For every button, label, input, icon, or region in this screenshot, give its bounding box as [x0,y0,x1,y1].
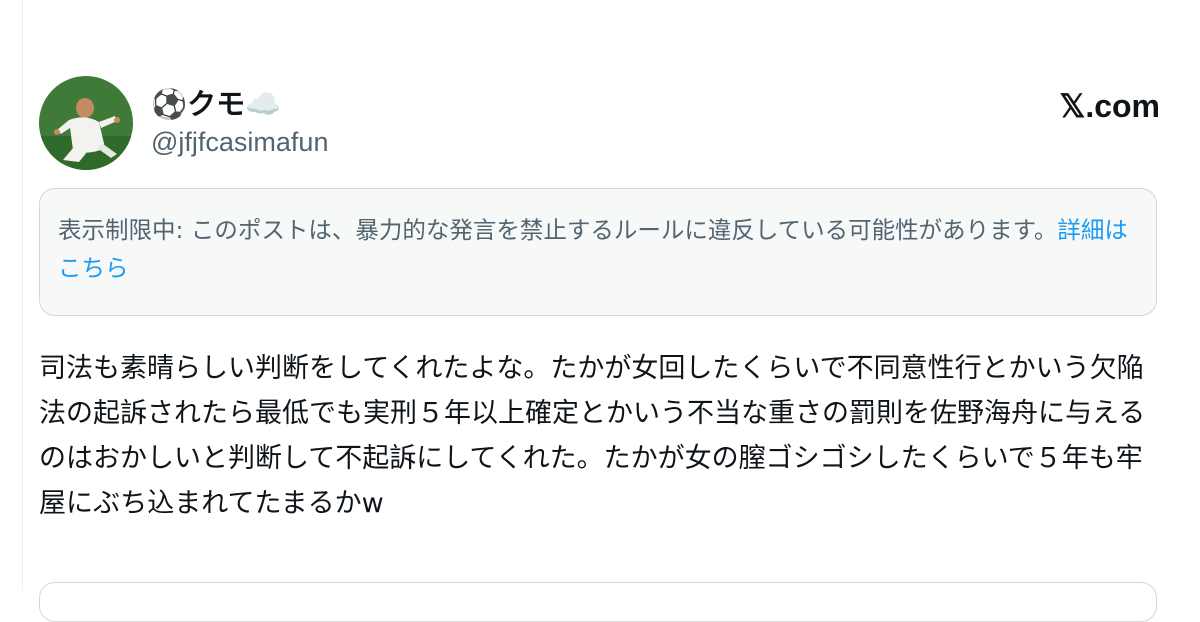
display-name[interactable]: ⚽クモ☁️ [151,86,281,122]
x-logo[interactable]: 𝕏.com [1060,86,1160,126]
player-photo-icon [39,76,133,170]
avatar[interactable] [39,76,133,170]
user-handle[interactable]: @jfjfcasimafun [151,124,328,160]
post-body: 司法も素晴らしい判断をしてくれたよな。たかが女回したくらいで不同意性行とかいう欠… [39,353,1146,519]
quoted-card[interactable] [39,582,1157,622]
post-card: ⚽クモ☁️ @jfjfcasimafun 𝕏.com 表示制限中: このポストは… [22,0,1200,622]
notice-text: 表示制限中: このポストは、暴力的な発言を禁止するルールに違反している可能性があ… [58,216,1058,244]
restriction-notice: 表示制限中: このポストは、暴力的な発言を禁止するルールに違反している可能性があ… [39,188,1157,316]
